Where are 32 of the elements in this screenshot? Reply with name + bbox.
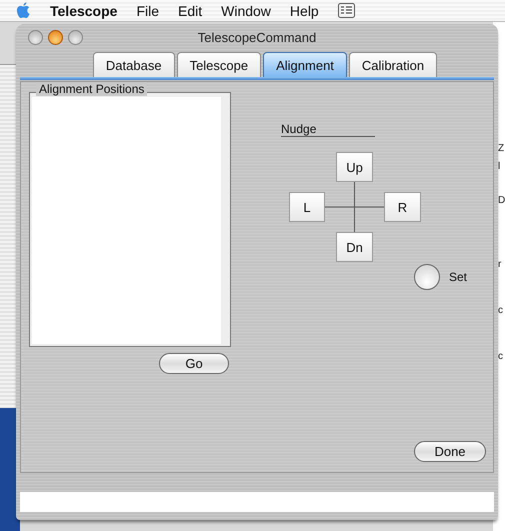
done-button[interactable]: Done [414,441,486,462]
tab[interactable]: Telescope [176,52,262,77]
background-text: l [498,160,502,174]
script-menu-icon[interactable] [338,3,355,18]
background-text: c [498,350,504,364]
apple-icon[interactable] [16,2,31,19]
down-button[interactable]: Dn [336,232,373,262]
background-text: c [498,304,504,318]
crosshair-lines [325,182,384,232]
minimize-icon[interactable] [48,30,63,45]
background-text: r [498,258,502,272]
menu-item[interactable]: File [136,2,159,18]
menu-item[interactable]: Help [290,2,319,18]
menu-item[interactable]: Edit [178,2,202,18]
set-radio[interactable] [414,264,440,290]
go-button[interactable]: Go [159,353,229,374]
up-button[interactable]: Up [336,152,373,182]
background-text: D [498,194,505,208]
background-text: Z [498,142,505,156]
tab[interactable]: Alignment [263,52,347,77]
right-button[interactable]: R [384,192,421,222]
left-button[interactable]: L [289,192,325,222]
tab[interactable]: Database [92,52,175,77]
zoom-icon[interactable] [68,30,83,45]
group-title: Alignment Positions [36,82,148,96]
set-label: Set [449,270,468,284]
close-icon[interactable] [28,30,43,45]
window-title: TelescopeCommand [198,30,316,44]
menu-item[interactable]: Window [221,2,271,18]
menu-item[interactable]: Telescope [50,2,118,18]
nudge-label: Nudge [281,122,375,137]
tab[interactable]: Calibration [348,52,438,77]
